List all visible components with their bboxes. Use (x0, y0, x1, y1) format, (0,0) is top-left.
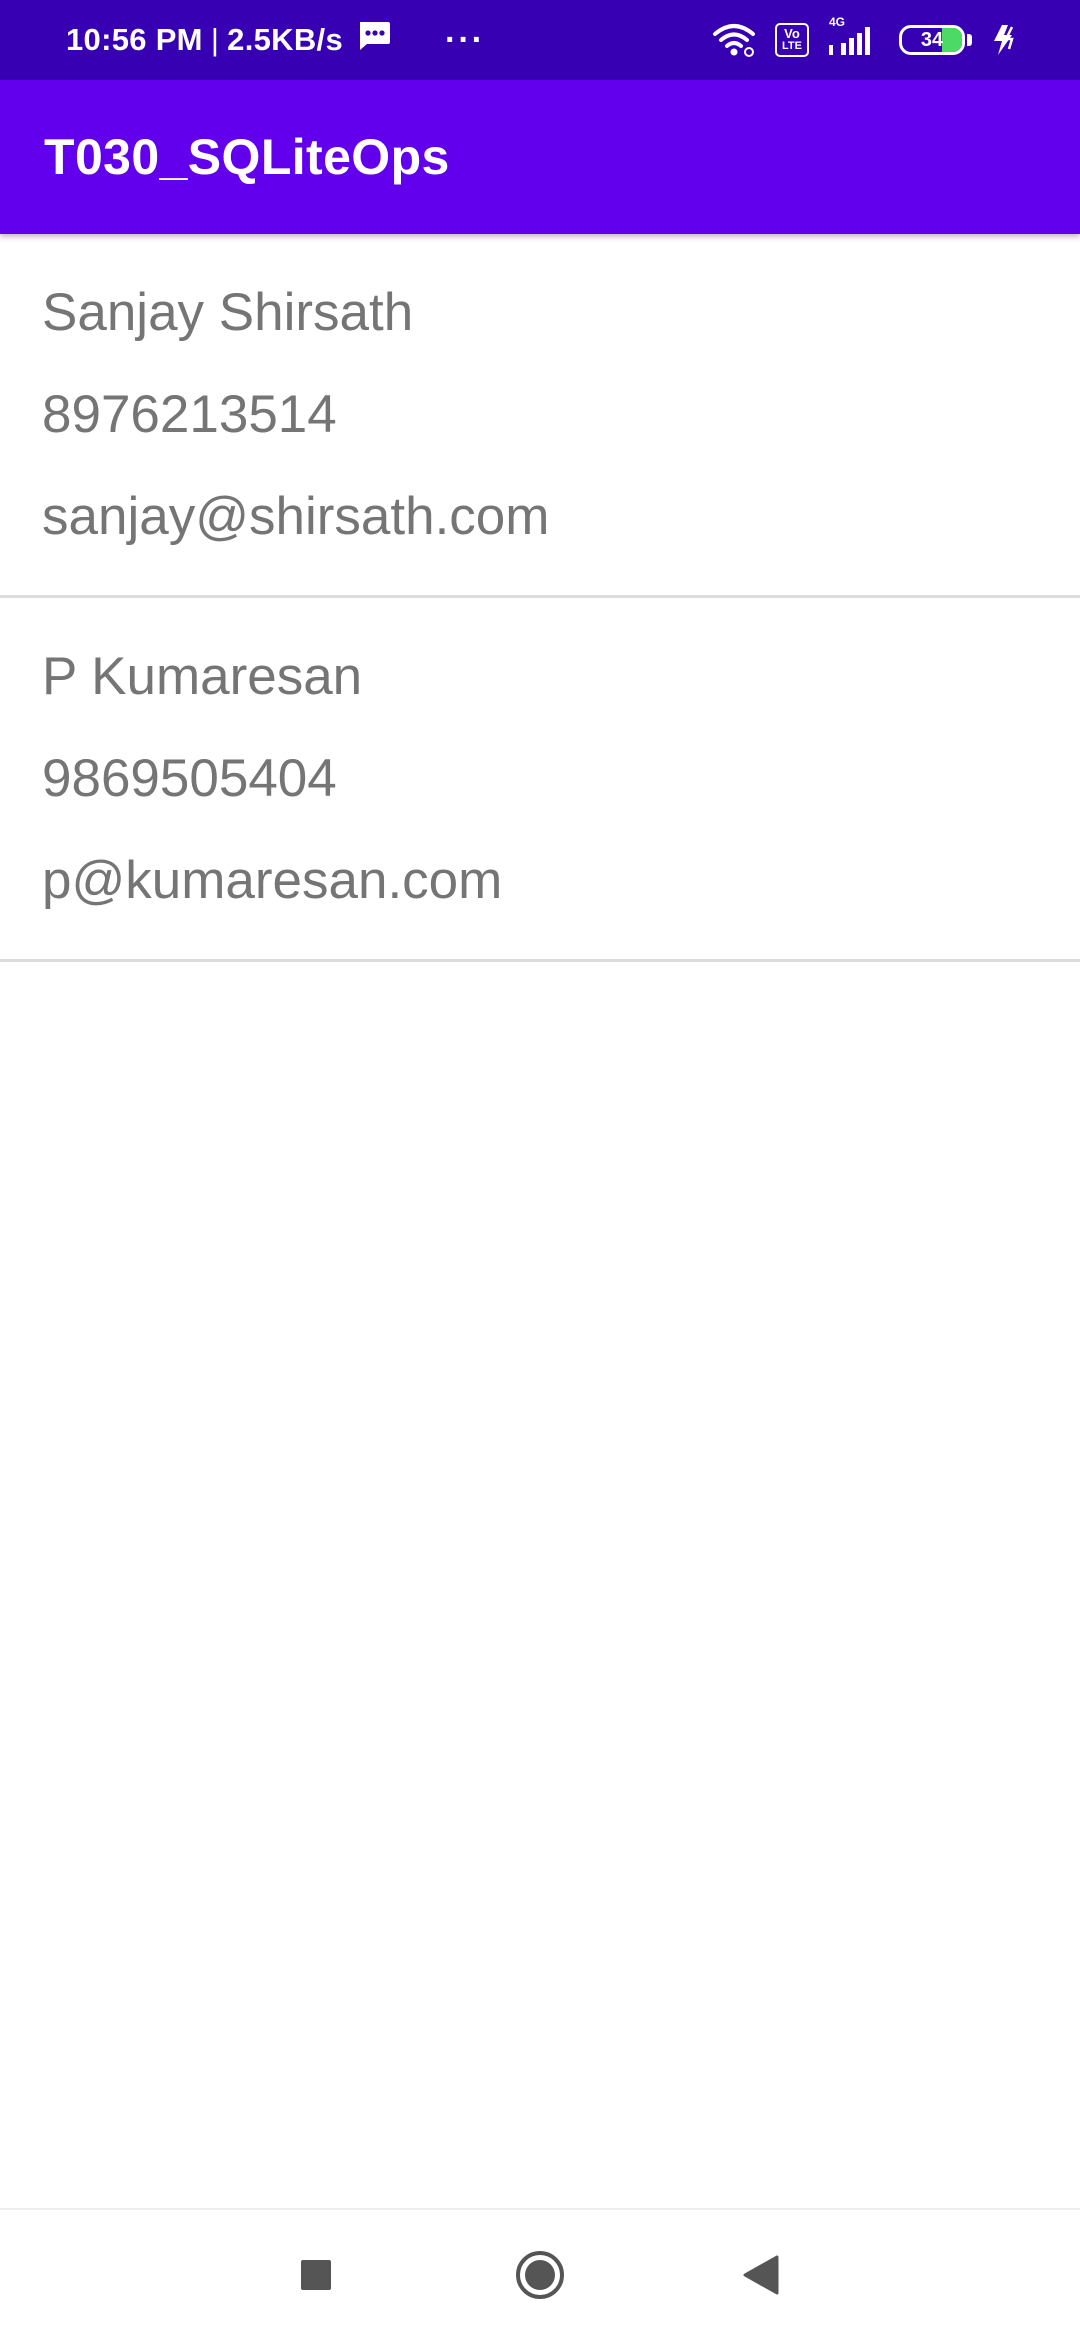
battery-fill (941, 28, 962, 52)
app-bar: T030_SQLiteOps (0, 80, 1080, 234)
home-icon[interactable] (514, 2249, 566, 2301)
more-notifications-icon: ··· (445, 20, 485, 59)
navigation-bar (0, 2208, 1080, 2340)
contact-phone: 8976213514 (42, 385, 337, 444)
signal-icon: 4G (827, 15, 881, 57)
back-icon[interactable] (743, 2255, 779, 2295)
volte-icon: Vo LTE (775, 23, 809, 57)
contact-email: sanjay@shirsath.com (42, 487, 550, 546)
network-type-label: 4G (829, 15, 846, 29)
contact-email: p@kumaresan.com (42, 851, 503, 910)
battery-level: 34 (920, 28, 944, 51)
contact-list-item[interactable]: P Kumaresan 9869505404 p@kumaresan.com (0, 598, 1080, 962)
status-left: 10:56 PM | 2.5KB/s ··· (66, 20, 485, 60)
recents-icon[interactable] (299, 2258, 333, 2292)
message-icon (357, 20, 391, 60)
status-right: Vo LTE 4G 34 (711, 15, 1020, 58)
contact-name: Sanjay Shirsath (42, 283, 414, 342)
status-time: 10:56 PM (66, 22, 203, 57)
app-title: T030_SQLiteOps (44, 129, 450, 185)
status-net-speed: 2.5KB/s (227, 22, 343, 57)
battery-tip (967, 34, 972, 46)
battery-body: 34 (899, 25, 965, 55)
wifi-icon (711, 22, 757, 58)
contact-phone: 9869505404 (42, 749, 337, 808)
charging-icon (990, 23, 1020, 57)
contact-name: P Kumaresan (42, 647, 363, 706)
contact-list-item[interactable]: Sanjay Shirsath 8976213514 sanjay@shirsa… (0, 234, 1080, 598)
volte-label-lte: LTE (782, 40, 802, 52)
status-separator: | (210, 22, 220, 57)
battery-icon: 34 (899, 25, 972, 55)
status-bar: 10:56 PM | 2.5KB/s ··· Vo LTE 4G 34 (0, 0, 1080, 80)
volte-label-vo: Vo (784, 26, 800, 41)
contact-list[interactable]: Sanjay Shirsath 8976213514 sanjay@shirsa… (0, 234, 1080, 962)
